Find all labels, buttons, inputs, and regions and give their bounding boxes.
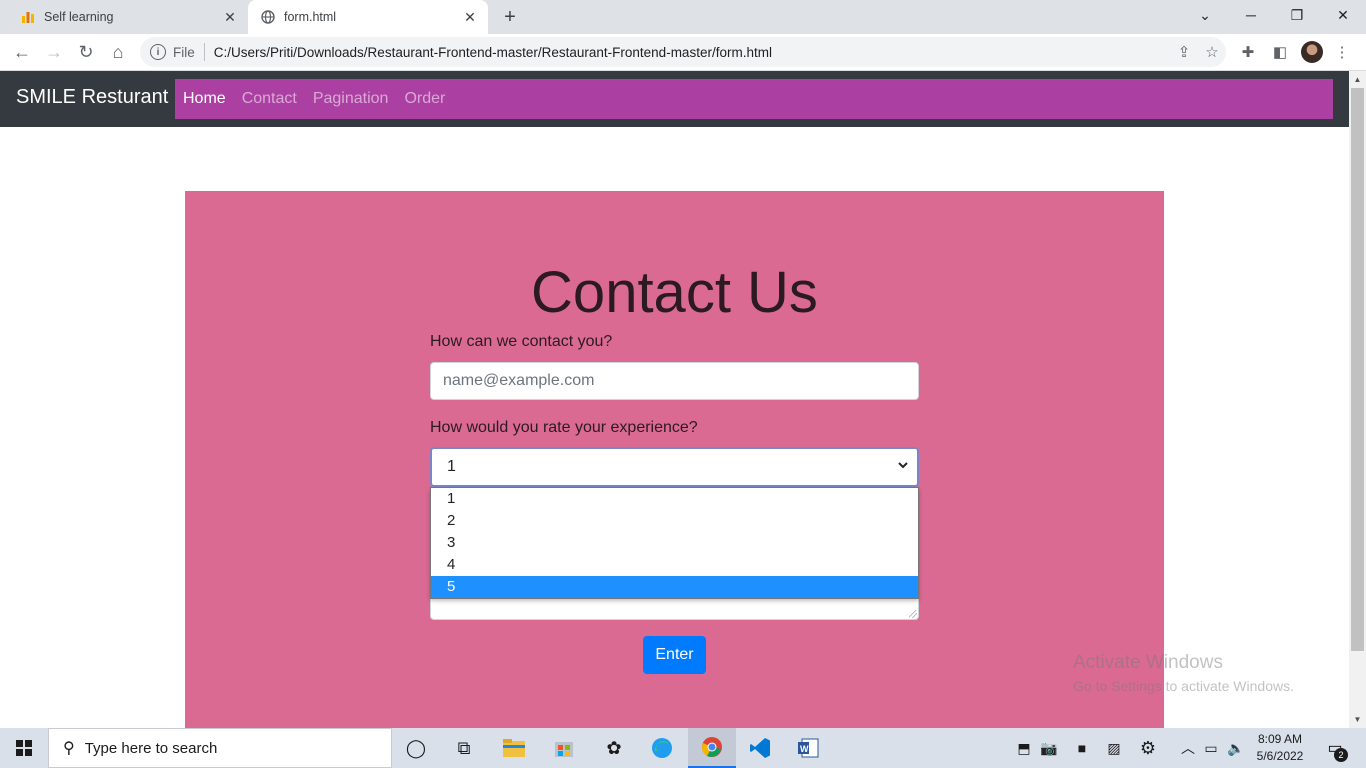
watermark-title: Activate Windows: [1073, 652, 1223, 673]
battery-icon[interactable]: ▭: [1200, 728, 1222, 768]
globe-icon: [260, 9, 276, 25]
side-panel-icon[interactable]: ◧: [1266, 38, 1294, 66]
enter-button[interactable]: Enter: [643, 636, 706, 674]
pin-icon[interactable]: ⬒: [1014, 728, 1034, 768]
search-placeholder: Type here to search: [84, 739, 218, 757]
microsoft-store-icon[interactable]: [540, 728, 588, 768]
app-icon[interactable]: ✿: [590, 728, 638, 768]
search-icon: ⚲: [63, 740, 75, 757]
word-icon[interactable]: W: [784, 728, 832, 768]
chevron-up-icon[interactable]: ︿: [1178, 728, 1198, 768]
scheme-label: File: [173, 44, 195, 60]
share-icon[interactable]: ⇪: [1170, 38, 1198, 66]
taskbar-clock[interactable]: 8:09 AM 5/6/2022: [1250, 731, 1310, 765]
tab-title: form.html: [284, 10, 337, 24]
contact-form-panel: Contact Us How can we contact you? How w…: [185, 191, 1164, 728]
chart-favicon-icon: [20, 9, 36, 25]
contact-label: How can we contact you?: [430, 333, 613, 350]
rating-selected-value: 1: [447, 458, 456, 475]
close-window-icon[interactable]: ✕: [1320, 0, 1366, 30]
new-tab-button[interactable]: +: [498, 5, 522, 29]
cortana-icon[interactable]: ◯: [392, 728, 440, 768]
chevron-down-icon: [897, 459, 909, 474]
activate-windows-watermark: Activate Windows Go to Settings to activ…: [1073, 652, 1294, 694]
rating-option[interactable]: 2: [431, 510, 918, 532]
edge-icon[interactable]: [638, 728, 686, 768]
extensions-icon[interactable]: ✚: [1234, 38, 1262, 66]
resize-grip-icon[interactable]: [909, 610, 917, 618]
vscode-icon[interactable]: [736, 728, 784, 768]
home-icon[interactable]: ⌂: [104, 38, 132, 66]
scroll-up-icon[interactable]: ▲: [1349, 71, 1366, 88]
nav-link-home[interactable]: Home: [183, 90, 226, 108]
minimize-icon[interactable]: ─: [1228, 0, 1274, 30]
clock-time: 8:09 AM: [1257, 732, 1303, 746]
scrollbar-thumb[interactable]: [1351, 88, 1364, 651]
tab-search-chevron-icon[interactable]: ⌄: [1182, 0, 1228, 30]
rating-options-list: 1 2 3 4 5: [430, 487, 919, 599]
close-tab-icon[interactable]: ✕: [220, 7, 240, 27]
scroll-down-icon[interactable]: ▼: [1349, 711, 1366, 728]
rating-select[interactable]: 1: [430, 447, 919, 487]
more-menu-icon[interactable]: ⋮: [1328, 38, 1356, 66]
svg-text:W: W: [800, 744, 809, 754]
volume-icon[interactable]: 🔈: [1224, 728, 1248, 768]
address-bar[interactable]: i File C:/Users/Priti/Downloads/Restaura…: [140, 37, 1226, 67]
url-text[interactable]: C:/Users/Priti/Downloads/Restaurant-Fron…: [214, 45, 1170, 60]
email-field[interactable]: [430, 362, 919, 400]
forward-icon[interactable]: →: [40, 38, 68, 66]
browser-tab-strip: Self learning ✕ form.html ✕ + ⌄ ─ ❐ ✕: [0, 0, 1366, 34]
task-view-icon[interactable]: ⧉: [440, 728, 488, 768]
nav-link-pagination[interactable]: Pagination: [313, 90, 389, 108]
rating-option[interactable]: 1: [431, 488, 918, 510]
settings-gear-icon[interactable]: ⚙: [1134, 728, 1162, 768]
nav-link-order[interactable]: Order: [404, 90, 445, 108]
page-title: Contact Us: [531, 260, 818, 325]
rating-option-highlighted[interactable]: 5: [431, 576, 918, 598]
restore-icon[interactable]: ❐: [1274, 0, 1320, 30]
windows-taskbar: ⚲ Type here to search ◯ ⧉ ✿ W ⬒ 📷 ■ ▨ ⚙ …: [0, 728, 1366, 768]
site-navbar: SMILE Resturant Home Contact Pagination …: [0, 71, 1349, 127]
rating-option[interactable]: 3: [431, 532, 918, 554]
windows-start-icon[interactable]: [0, 728, 48, 768]
photos-icon[interactable]: ▨: [1100, 728, 1128, 768]
close-tab-icon[interactable]: ✕: [460, 7, 480, 27]
browser-toolbar: ← → ↻ ⌂ i File C:/Users/Priti/Downloads/…: [0, 34, 1366, 71]
nav-link-contact[interactable]: Contact: [242, 90, 297, 108]
rating-label: How would you rate your experience?: [430, 419, 698, 436]
rating-option[interactable]: 4: [431, 554, 918, 576]
page-scrollbar[interactable]: ▲ ▼: [1349, 71, 1366, 728]
taskbar-search-box[interactable]: ⚲ Type here to search: [48, 728, 392, 768]
notification-count: 2: [1334, 748, 1348, 762]
video-icon[interactable]: ■: [1068, 728, 1096, 768]
profile-avatar[interactable]: [1301, 41, 1323, 63]
chrome-icon[interactable]: [688, 728, 736, 768]
tab-title: Self learning: [44, 10, 114, 24]
watermark-subtitle: Go to Settings to activate Windows.: [1073, 678, 1294, 694]
info-icon[interactable]: i: [150, 44, 166, 60]
nav-links: Home Contact Pagination Order: [175, 79, 1333, 119]
notification-icon[interactable]: ▭ 2: [1320, 736, 1350, 762]
bookmark-star-icon[interactable]: ☆: [1198, 38, 1226, 66]
page-viewport: SMILE Resturant Home Contact Pagination …: [0, 71, 1349, 728]
reload-icon[interactable]: ↻: [72, 38, 100, 66]
site-brand[interactable]: SMILE Resturant: [16, 86, 168, 109]
divider: [203, 43, 205, 61]
clock-date: 5/6/2022: [1256, 749, 1304, 763]
file-explorer-icon[interactable]: [490, 728, 538, 768]
back-icon[interactable]: ←: [8, 38, 36, 66]
tab-self-learning[interactable]: Self learning ✕: [8, 0, 248, 34]
tab-form-html[interactable]: form.html ✕: [248, 0, 488, 34]
camera-icon[interactable]: 📷: [1036, 728, 1062, 768]
